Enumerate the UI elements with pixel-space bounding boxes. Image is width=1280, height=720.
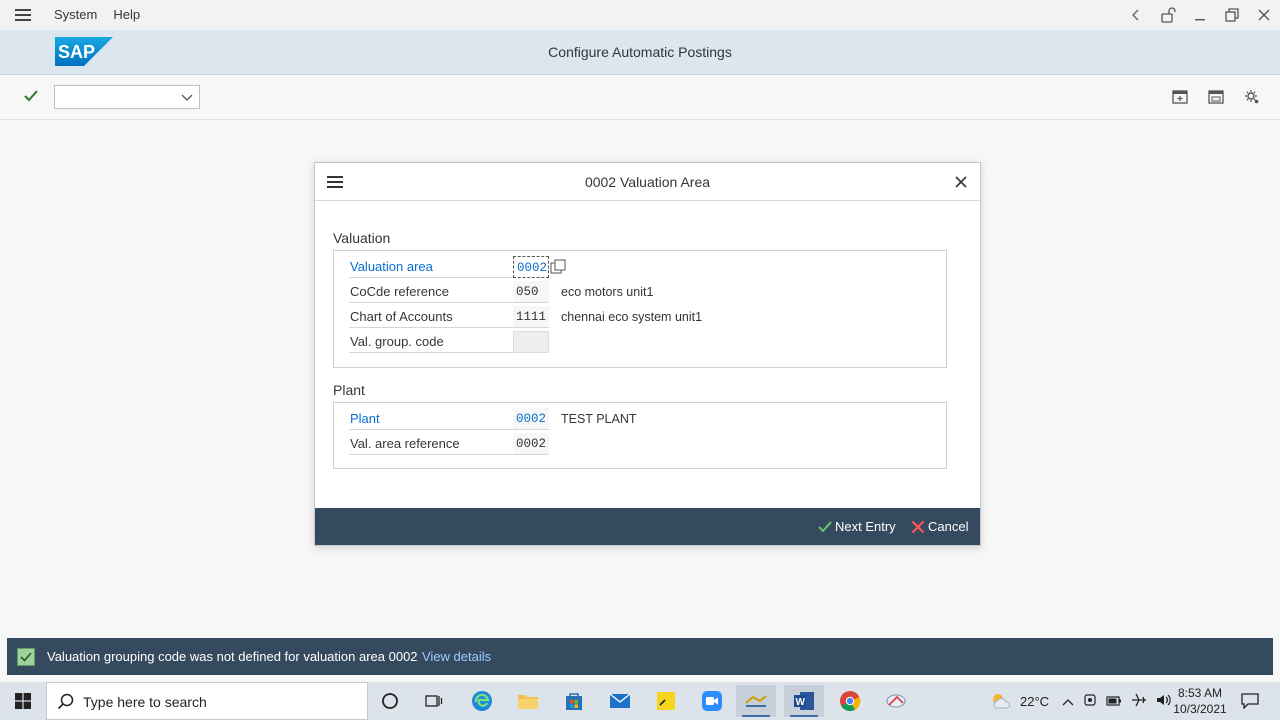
val-area-reference-label: Val. area reference bbox=[349, 433, 514, 455]
sap-logon-icon[interactable] bbox=[736, 685, 776, 717]
val-group-code-label: Val. group. code bbox=[349, 331, 514, 353]
chart-of-accounts-label: Chart of Accounts bbox=[349, 306, 514, 328]
chart-of-accounts-row: Chart of Accounts 1111 chennai eco syste… bbox=[349, 306, 949, 328]
chart-of-accounts-desc: chennai eco system unit1 bbox=[561, 310, 703, 324]
weather-widget[interactable]: 22°C bbox=[990, 682, 1049, 720]
taskbar-search-box[interactable]: Type here to search bbox=[46, 682, 368, 720]
taskbar-clock[interactable]: 8:53 AM 10/3/2021 bbox=[1170, 685, 1230, 717]
weather-cloud-icon bbox=[993, 694, 1011, 709]
store-icon[interactable] bbox=[554, 685, 594, 717]
back-arrow-icon[interactable] bbox=[1120, 0, 1152, 30]
word-icon[interactable]: W bbox=[784, 685, 824, 717]
cocde-reference-row: CoCde reference 050 eco motors unit1 bbox=[349, 281, 949, 303]
sticky-notes-icon[interactable] bbox=[646, 685, 686, 717]
plant-section-title: Plant bbox=[333, 382, 365, 398]
valuation-section-title: Valuation bbox=[333, 230, 391, 246]
edge-browser-icon[interactable] bbox=[462, 685, 502, 717]
system-tray bbox=[1062, 682, 1172, 720]
hamburger-menu-icon[interactable] bbox=[0, 0, 46, 30]
valuation-area-dialog: 0002 Valuation Area Valuation Valuation … bbox=[314, 162, 981, 546]
plant-field[interactable]: 0002 bbox=[513, 408, 549, 430]
plant-label: Plant bbox=[349, 408, 514, 430]
cocde-reference-label: CoCde reference bbox=[349, 281, 514, 303]
valuation-area-label: Valuation area bbox=[349, 256, 514, 278]
file-explorer-icon[interactable] bbox=[508, 685, 548, 717]
plant-desc: TEST PLANT bbox=[561, 412, 637, 426]
menu-system[interactable]: System bbox=[46, 0, 105, 30]
success-check-icon bbox=[17, 648, 35, 666]
cocde-reference-field[interactable]: 050 bbox=[513, 281, 549, 303]
chevron-up-icon[interactable] bbox=[1062, 694, 1074, 709]
cancel-x-icon bbox=[911, 520, 925, 533]
view-details-link[interactable]: View details bbox=[422, 638, 491, 675]
new-window-icon[interactable] bbox=[1170, 87, 1190, 107]
cancel-button[interactable]: Cancel bbox=[911, 508, 968, 545]
settings-gear-icon[interactable] bbox=[1242, 87, 1262, 107]
clock-time: 8:53 AM bbox=[1177, 686, 1223, 700]
plant-row: Plant 0002 TEST PLANT bbox=[349, 408, 949, 430]
val-group-code-row: Val. group. code bbox=[349, 331, 949, 353]
valuation-area-field[interactable]: 0002 bbox=[513, 256, 549, 278]
toolbar-right-actions bbox=[1170, 87, 1262, 107]
plant-group: Plant 0002 TEST PLANT Val. area referenc… bbox=[333, 402, 947, 469]
meet-now-icon[interactable] bbox=[1083, 693, 1097, 710]
next-entry-button[interactable]: Next Entry bbox=[818, 508, 896, 545]
weather-temperature: 22°C bbox=[1020, 693, 1050, 709]
minimize-icon[interactable] bbox=[1184, 0, 1216, 30]
checkmark-icon bbox=[818, 520, 832, 532]
chevron-down-icon[interactable] bbox=[179, 89, 195, 105]
valuation-group: Valuation area 0002 CoCde reference 050 … bbox=[333, 250, 947, 368]
search-icon bbox=[57, 693, 74, 710]
notifications-icon[interactable] bbox=[1232, 685, 1268, 717]
command-field[interactable] bbox=[54, 85, 200, 109]
zoom-icon[interactable] bbox=[692, 685, 732, 717]
command-input[interactable] bbox=[55, 86, 175, 108]
windows-start-icon[interactable] bbox=[0, 682, 46, 720]
toolbar bbox=[0, 75, 1280, 120]
unlock-icon[interactable] bbox=[1152, 0, 1184, 30]
svg-text:W: W bbox=[796, 697, 806, 708]
menu-help[interactable]: Help bbox=[105, 0, 148, 30]
task-view-icon[interactable] bbox=[414, 685, 454, 717]
snipping-tool-icon[interactable] bbox=[876, 685, 916, 717]
chart-of-accounts-field[interactable]: 1111 bbox=[513, 306, 549, 328]
shell-bar: SAP Configure Automatic Postings bbox=[0, 30, 1280, 75]
val-area-reference-field[interactable]: 0002 bbox=[513, 433, 549, 455]
search-placeholder: Type here to search bbox=[83, 694, 207, 710]
airplane-mode-icon[interactable] bbox=[1131, 693, 1147, 710]
dialog-footer: Next Entry Cancel bbox=[315, 508, 980, 545]
status-bar: Valuation grouping code was not defined … bbox=[7, 638, 1273, 675]
cortana-icon[interactable] bbox=[370, 685, 410, 717]
windows-taskbar: Type here to search W 22°C 8:53 AM 10/3/… bbox=[0, 682, 1280, 720]
menu-bar: System Help bbox=[0, 0, 1280, 30]
val-area-reference-row: Val. area reference 0002 bbox=[349, 433, 949, 455]
dialog-title: 0002 Valuation Area bbox=[584, 174, 711, 190]
layout-icon[interactable] bbox=[1206, 87, 1226, 107]
dialog-header: 0002 Valuation Area bbox=[315, 163, 980, 201]
restore-window-icon[interactable] bbox=[1216, 0, 1248, 30]
val-group-code-field[interactable] bbox=[513, 331, 549, 353]
value-help-icon[interactable] bbox=[550, 259, 566, 275]
window-controls bbox=[1120, 0, 1280, 30]
close-window-icon[interactable] bbox=[1248, 0, 1280, 30]
battery-icon[interactable] bbox=[1106, 694, 1122, 709]
enter-checkmark-icon[interactable] bbox=[20, 85, 42, 107]
status-message: Valuation grouping code was not defined … bbox=[47, 649, 418, 664]
close-icon[interactable] bbox=[952, 173, 970, 191]
clock-date: 10/3/2021 bbox=[1173, 702, 1227, 716]
valuation-area-row: Valuation area 0002 bbox=[349, 256, 949, 278]
page-title: Configure Automatic Postings bbox=[548, 44, 732, 60]
cocde-reference-desc: eco motors unit1 bbox=[561, 285, 654, 299]
next-entry-label: Next Entry bbox=[835, 519, 896, 534]
mail-icon[interactable] bbox=[600, 685, 640, 717]
cancel-label: Cancel bbox=[928, 519, 969, 534]
chrome-icon[interactable] bbox=[830, 685, 870, 717]
